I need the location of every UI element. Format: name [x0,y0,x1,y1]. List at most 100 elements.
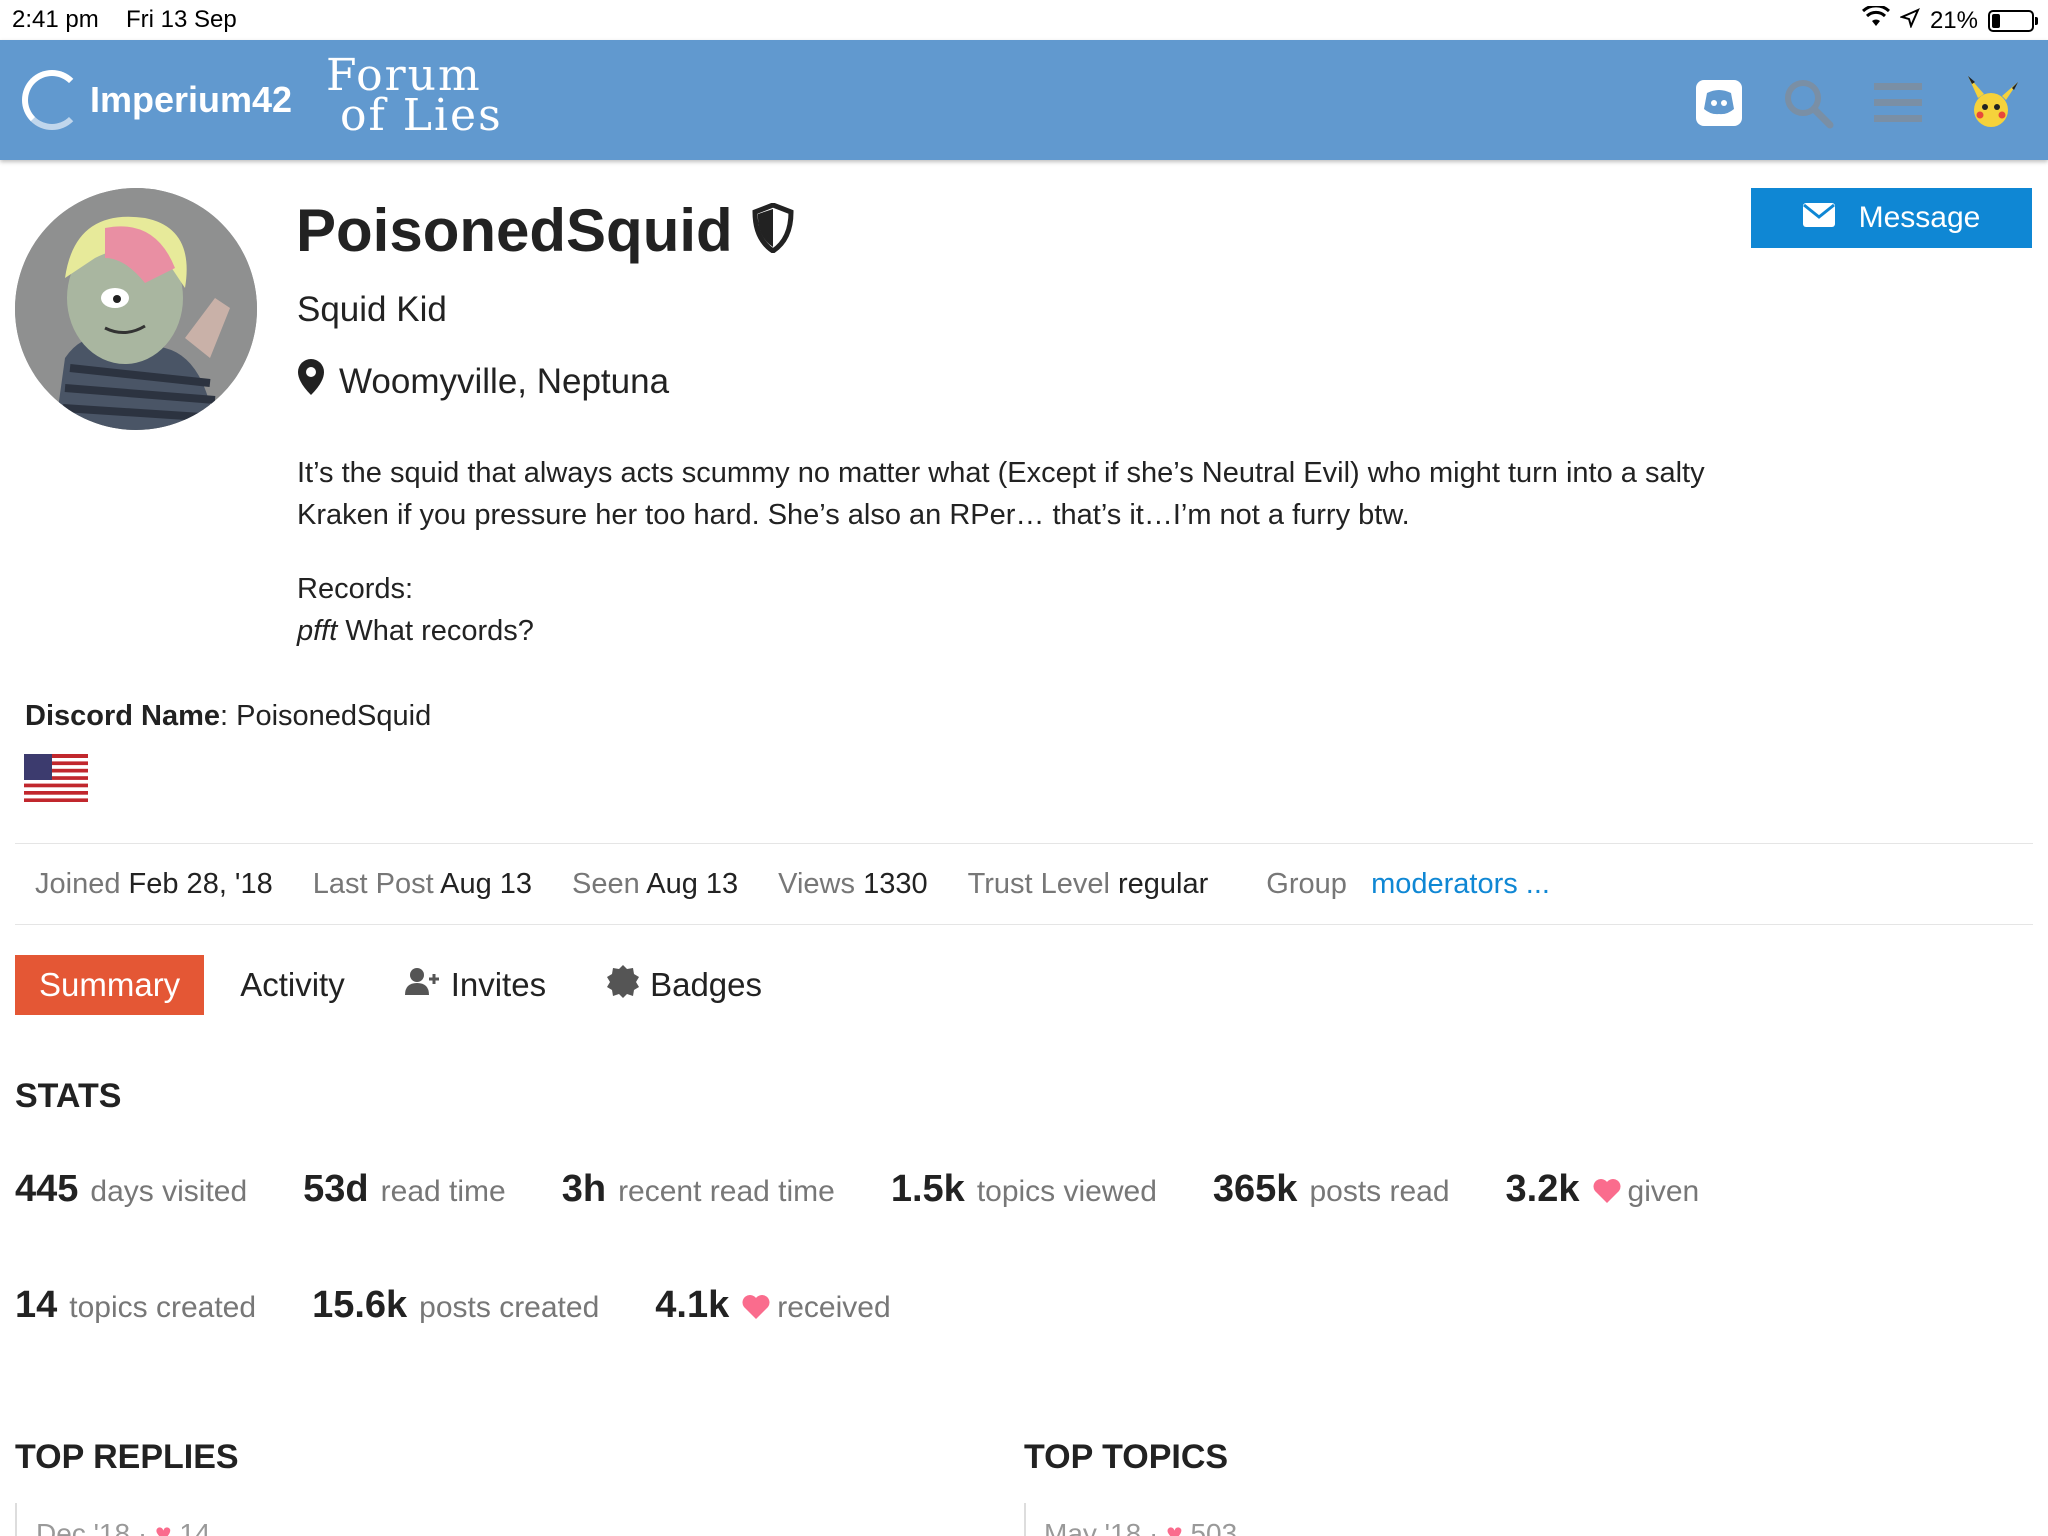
meta-trust-level-label: Trust Level [967,867,1110,900]
stat-posts-created-num: 15.6k [312,1284,408,1326]
location-arrow-icon [1899,7,1920,35]
meta-views-value: 1330 [863,867,928,900]
stats-row-1: 445 days visited 53d read time 3h recent re… [15,1168,1755,1211]
meta-last-post-value: Aug 13 [440,867,533,900]
stat-likes-given: 3.2k given [1506,1168,1700,1211]
battery-fill [1992,13,2000,28]
top-topics-first-likes: 503 [1190,1518,1238,1536]
battery-percent: 21% [1929,6,1978,34]
status-bar: 2:41 pm Fri 13 Sep 21% [0,0,2048,40]
map-marker-icon [297,358,325,405]
moderator-shield-icon [751,202,795,258]
meta-joined: Joined Feb 28, '18 [35,868,273,901]
user-records: Records: pfft What records? [297,568,534,652]
meta-group-label: Group [1266,867,1347,900]
meta-group: Group moderators ... [1266,868,1550,901]
tab-activity[interactable]: Activity [216,955,369,1015]
stat-recent-read-time-num: 3h [561,1168,607,1210]
tab-invites[interactable]: Invites [381,955,570,1015]
top-replies-first-likes: 14 [179,1518,211,1536]
top-replies-first-date: Dec '18 [36,1518,131,1536]
imperium42-logo-text: Imperium42 [90,79,293,120]
tab-badges-label: Badges [650,966,763,1003]
heart-icon [741,1294,771,1320]
user-avatar[interactable] [15,188,257,430]
top-topics-divider [1024,1503,1026,1536]
stat-days-visited-num: 445 [15,1168,79,1210]
stat-days-visited: 445 days visited [15,1168,247,1211]
search-icon[interactable] [1782,77,1834,129]
tab-invites-label: Invites [450,966,547,1003]
stat-likes-received-num: 4.1k [655,1284,730,1326]
stat-topics-viewed-label: topics viewed [976,1175,1157,1208]
forum-logo-line2: of Lies [340,90,503,141]
stat-topics-created-num: 14 [15,1284,58,1326]
stat-topics-created: 14 topics created [15,1284,256,1327]
stat-likes-received-label: received [777,1291,891,1324]
top-replies-first-item[interactable]: Dec '18 · ♥ 14 [36,1518,211,1536]
wifi-icon [1861,4,1890,35]
username: PoisonedSquid [296,197,733,264]
imperium42-logo[interactable]: Imperium42 [22,70,292,130]
header-icons [1696,74,2020,132]
meta-views-label: Views [778,867,855,900]
status-time: 2:41 pm [12,6,99,33]
stat-read-time-label: read time [380,1175,506,1208]
user-avatar-pikachu-icon[interactable] [1962,74,2020,132]
stat-topics-viewed: 1.5k topics viewed [891,1168,1157,1211]
location-text: Woomyville, Neptuna [339,361,670,401]
meta-trust-level-value: regular [1118,867,1209,900]
meta-views: Views 1330 [778,868,927,901]
stat-topics-created-label: topics created [69,1291,257,1324]
stat-posts-created: 15.6k posts created [312,1284,599,1327]
username-row: PoisonedSquid [296,196,795,265]
discord-name-field: Discord Name: PoisonedSquid [25,700,431,733]
status-date: Fri 13 Sep [126,6,237,33]
imperium42-swirl-icon [22,70,82,130]
message-button[interactable]: Message [1751,188,2032,248]
meta-seen-value: Aug 13 [646,867,739,900]
stat-posts-read: 365k posts read [1213,1168,1450,1211]
badge-certificate-icon [606,964,640,1006]
envelope-icon [1802,201,1835,235]
us-flag-icon [24,754,88,802]
stats-row-2: 14 topics created 15.6k posts created 4.1k… [15,1284,947,1327]
message-button-label: Message [1858,201,1981,234]
records-text: What records? [337,615,534,647]
top-topics-title: TOP TOPICS [1024,1438,1229,1476]
records-emphasis: pfft [297,615,338,647]
stat-recent-read-time: 3h recent read time [562,1168,835,1211]
discord-icon[interactable] [1696,80,1742,126]
discord-name-label: Discord Name [25,700,221,732]
stat-posts-created-label: posts created [419,1291,600,1324]
meta-last-post: Last Post Aug 13 [313,868,532,901]
forum-of-lies-logo[interactable]: Forum of Lies [326,54,503,141]
meta-trust-level: Trust Level regular [968,868,1209,901]
user-bio: It’s the squid that always acts scummy n… [297,457,1705,531]
top-replies-title: TOP REPLIES [15,1438,239,1476]
top-topics-first-item[interactable]: May '18 · ♥ 503 [1044,1518,1237,1536]
tab-summary[interactable]: Summary [15,955,205,1015]
heart-icon: ♥ [154,1518,172,1536]
meta-group-link[interactable]: moderators ... [1371,868,1550,900]
stat-posts-read-label: posts read [1309,1175,1450,1208]
user-location: Woomyville, Neptuna [297,358,669,405]
top-topics-first-date: May '18 [1044,1518,1142,1536]
hamburger-menu-icon[interactable] [1874,81,1922,125]
stat-days-visited-label: days visited [90,1175,248,1208]
stat-read-time: 53d read time [303,1168,506,1211]
meta-seen-label: Seen [572,867,640,900]
stat-posts-read-num: 365k [1212,1168,1298,1210]
discord-name-value: : PoisonedSquid [220,700,432,732]
meta-joined-value: Feb 28, '18 [128,867,273,900]
site-header: Imperium42 Forum of Lies [0,40,2048,160]
stat-likes-given-num: 3.2k [1505,1168,1580,1210]
records-label: Records: [297,573,414,605]
meta-seen: Seen Aug 13 [572,868,738,901]
profile-tabs: Summary Activity Invites Badges [15,955,786,1015]
stat-topics-viewed-num: 1.5k [890,1168,965,1210]
stats-title: STATS [15,1077,122,1115]
heart-icon [1592,1178,1622,1204]
tab-badges[interactable]: Badges [582,955,786,1015]
top-replies-divider [15,1503,17,1536]
